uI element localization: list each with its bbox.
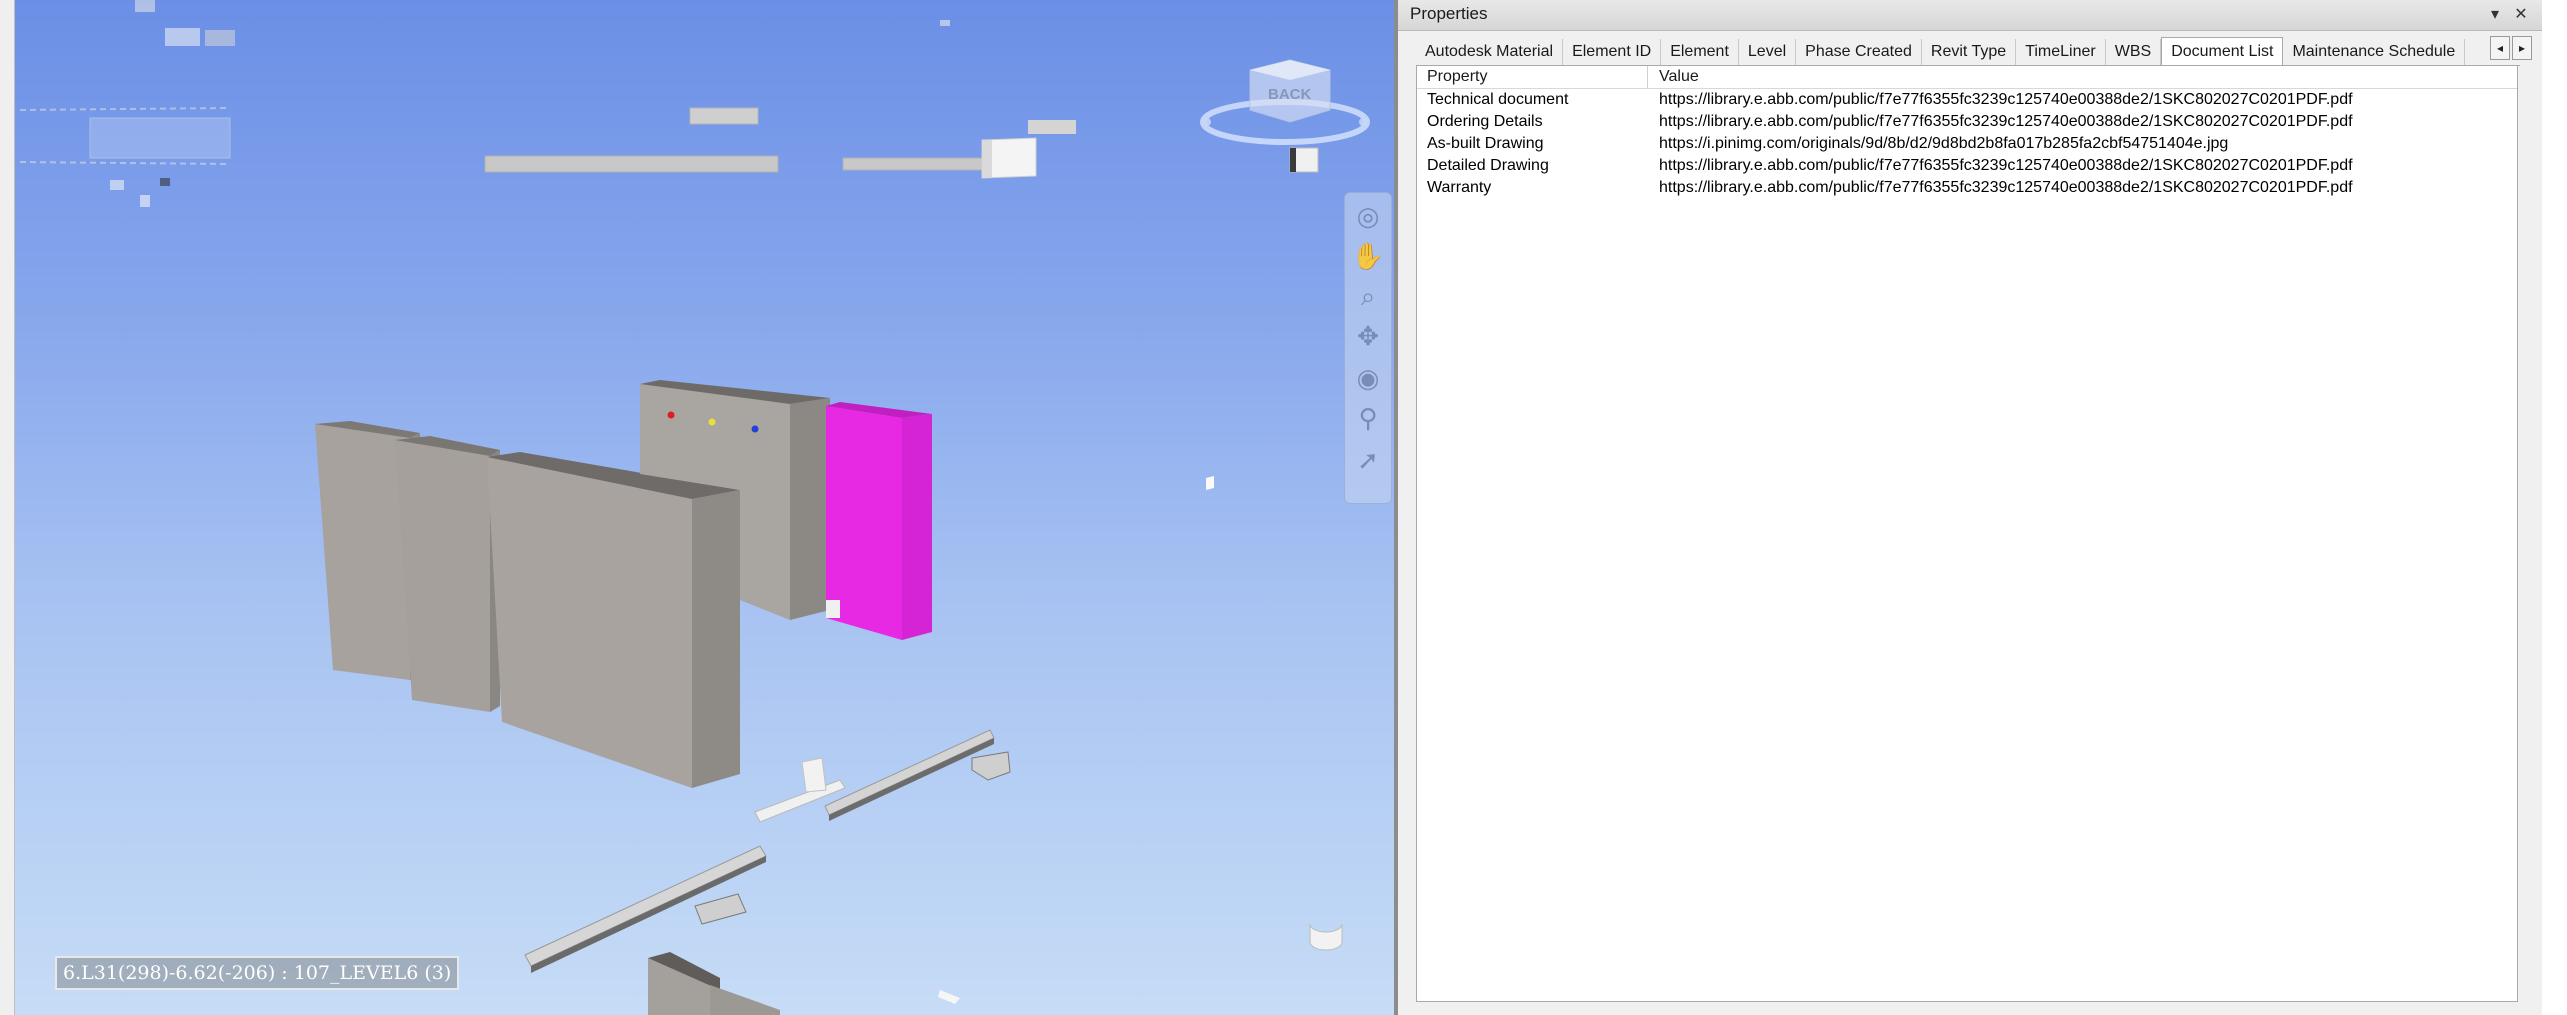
cabinet-group [315,380,932,788]
row-property: Technical document [1427,91,1569,108]
app-window: BACK ◎ ✋ ⌕ ✥ ◉ ⚲ ➚ 6.L31(298)-6.62(-206)… [0,0,2567,1015]
tab-revit-type[interactable]: Revit Type [1922,39,2017,65]
properties-panel: Properties ▾ ✕ Autodesk Material Element… [1394,0,2542,1015]
model-viewport[interactable]: BACK ◎ ✋ ⌕ ✥ ◉ ⚲ ➚ 6.L31(298)-6.62(-206)… [0,0,1394,1015]
table-row[interactable]: Detailed Drawing https://library.e.abb.c… [1417,155,2517,177]
column-header-value[interactable]: Value [1659,68,1699,86]
select-icon[interactable]: ➚ [1354,446,1382,476]
close-icon[interactable]: ✕ [2510,4,2532,26]
table-row[interactable]: As-built Drawing https://i.pinimg.com/or… [1417,133,2517,155]
tab-strip: Autodesk Material Element ID Element Lev… [1416,36,2520,66]
tab-timeliner[interactable]: TimeLiner [2016,39,2106,65]
row-value[interactable]: https://i.pinimg.com/originals/9d/8b/d2/… [1659,135,2228,153]
grid-header: Property Value [1417,66,2517,89]
table-row[interactable]: Warranty https://library.e.abb.com/publi… [1417,177,2517,199]
tab-element[interactable]: Element [1661,39,1739,65]
panel-titlebar[interactable]: Properties ▾ ✕ [1398,0,2542,31]
row-property: Ordering Details [1427,113,1543,130]
walk-icon[interactable]: ⚲ [1354,404,1382,434]
upper-beams [484,107,1319,179]
table-row[interactable]: Ordering Details https://library.e.abb.c… [1417,111,2517,133]
row-property: Detailed Drawing [1427,157,1549,174]
tab-element-id[interactable]: Element ID [1563,39,1662,65]
scroll-left-icon[interactable]: ◂ [2490,36,2510,60]
tab-level[interactable]: Level [1739,39,1797,65]
row-property: As-built Drawing [1427,135,1544,152]
pin-icon[interactable]: ▾ [2484,4,2506,26]
tab-autodesk-material[interactable]: Autodesk Material [1416,39,1564,65]
tab-scroll-buttons: ◂ ▸ [2490,36,2534,60]
tab-wbs[interactable]: WBS [2106,39,2162,65]
row-value[interactable]: https://library.e.abb.com/public/f7e77f6… [1659,113,2353,131]
distant-objects [19,0,950,207]
viewcube-face-label[interactable]: BACK [1268,86,1311,103]
model-scene[interactable] [0,0,1394,1015]
pan-hand-icon[interactable]: ✋ [1352,242,1384,272]
property-grid: Property Value Technical document https:… [1416,65,2518,1002]
tab-maintenance-schedule[interactable]: Maintenance Schedule [2283,39,2466,65]
column-divider[interactable] [1647,66,1648,88]
viewcube[interactable]: BACK [1195,50,1375,160]
scroll-right-icon[interactable]: ▸ [2512,36,2532,60]
row-property: Warranty [1427,179,1492,196]
zoom-icon[interactable]: ⌕ [1354,282,1382,312]
column-header-property[interactable]: Property [1427,68,1487,86]
row-value[interactable]: https://library.e.abb.com/public/f7e77f6… [1659,91,2353,109]
window-margin [2542,0,2567,1015]
row-value[interactable]: https://library.e.abb.com/public/f7e77f6… [1659,179,2353,197]
look-icon[interactable]: ◉ [1354,364,1382,394]
navigation-bar: ◎ ✋ ⌕ ✥ ◉ ⚲ ➚ [1344,192,1392,504]
panel-title: Properties [1410,4,1488,23]
orbit-icon[interactable]: ✥ [1354,322,1382,352]
tab-document-list[interactable]: Document List [2161,37,2284,65]
row-value[interactable]: https://library.e.abb.com/public/f7e77f6… [1659,157,2353,175]
steering-wheel-icon[interactable]: ◎ [1354,202,1382,232]
table-row[interactable]: Technical document https://library.e.abb… [1417,89,2517,111]
tab-phase-created[interactable]: Phase Created [1796,39,1922,65]
element-status-label: 6.L31(298)-6.62(-206) : 107_LEVEL6 (3) [55,956,460,990]
